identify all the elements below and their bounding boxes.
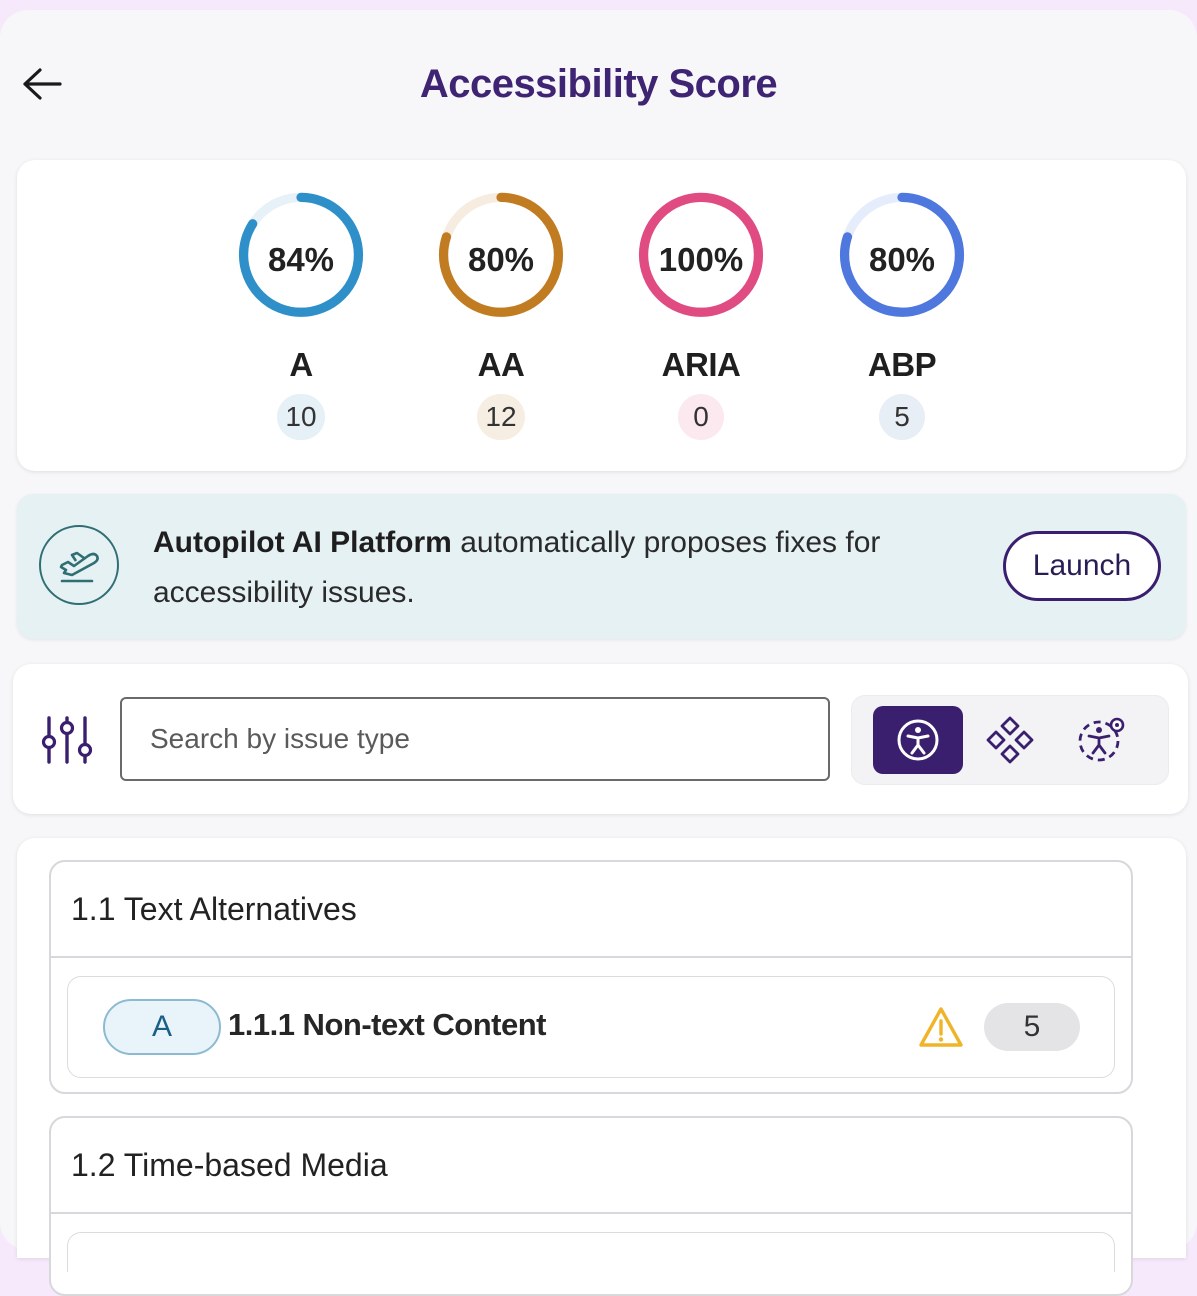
score-level-label: AA <box>477 345 525 383</box>
score-percent: 84% <box>267 241 335 278</box>
gauge-aria[interactable]: 100% ARIA 0 <box>631 190 771 440</box>
gauge-abp[interactable]: 80% ABP 5 <box>832 190 972 440</box>
level-badge: A <box>103 999 221 1055</box>
score-level-label: ABP <box>867 345 937 383</box>
page-title: Accessibility Score <box>419 62 778 106</box>
score-issue-count: 5 <box>879 393 925 440</box>
sliders-icon <box>41 716 93 764</box>
search-input[interactable] <box>120 697 830 781</box>
view-accessibility-button[interactable] <box>873 706 963 774</box>
view-interactive-button[interactable] <box>1056 706 1146 774</box>
issue-list-card: 1.1 Text Alternatives A 1.1.1 Non-text C… <box>17 838 1186 1296</box>
autopilot-brand: Autopilot AI Platform <box>153 526 452 559</box>
accessibility-icon <box>897 719 939 761</box>
issue-group: 1.2 Time-based Media <box>49 1116 1133 1296</box>
score-percent: 80% <box>467 241 535 278</box>
issue-item[interactable] <box>67 1232 1115 1272</box>
issue-title: 1.1.1 Non-text Content <box>228 1007 546 1042</box>
issue-group-header[interactable]: 1.2 Time-based Media <box>51 1118 1131 1214</box>
warning-icon <box>919 1007 963 1047</box>
filter-button[interactable] <box>39 714 95 766</box>
autopilot-message: Autopilot AI Platform automatically prop… <box>153 518 933 618</box>
view-mode-toggle <box>851 695 1169 785</box>
score-summary-card: 84% A 10 80% AA 12 100% ARIA 0 80% ABP 5 <box>17 160 1186 471</box>
issue-count-badge: 5 <box>984 1003 1080 1051</box>
issue-group-header[interactable]: 1.1 Text Alternatives <box>51 862 1131 958</box>
issue-group: 1.1 Text Alternatives A 1.1.1 Non-text C… <box>49 860 1133 1094</box>
score-issue-count: 0 <box>678 393 724 440</box>
gauge-aa[interactable]: 80% AA 12 <box>431 190 571 440</box>
search-card <box>13 664 1188 814</box>
score-level-label: ARIA <box>661 345 741 383</box>
accessibility-interactive-icon <box>1078 717 1125 762</box>
score-level-label: A <box>289 345 313 383</box>
score-percent: 100% <box>658 241 744 278</box>
score-issue-count: 10 <box>277 393 325 440</box>
autopilot-banner: Autopilot AI Platform automatically prop… <box>17 494 1186 639</box>
main-panel: Accessibility Score 84% A 10 80% AA 12 100% A… <box>0 10 1197 1296</box>
airplane-takeoff-icon <box>39 525 119 605</box>
issue-item[interactable]: A 1.1.1 Non-text Content 5 <box>67 976 1115 1078</box>
view-components-button[interactable] <box>965 706 1055 774</box>
score-issue-count: 12 <box>477 393 525 440</box>
launch-button[interactable]: Launch <box>1003 531 1161 601</box>
gauge-a[interactable]: 84% A 10 <box>231 190 371 440</box>
components-icon <box>986 716 1034 764</box>
score-percent: 80% <box>868 241 936 278</box>
